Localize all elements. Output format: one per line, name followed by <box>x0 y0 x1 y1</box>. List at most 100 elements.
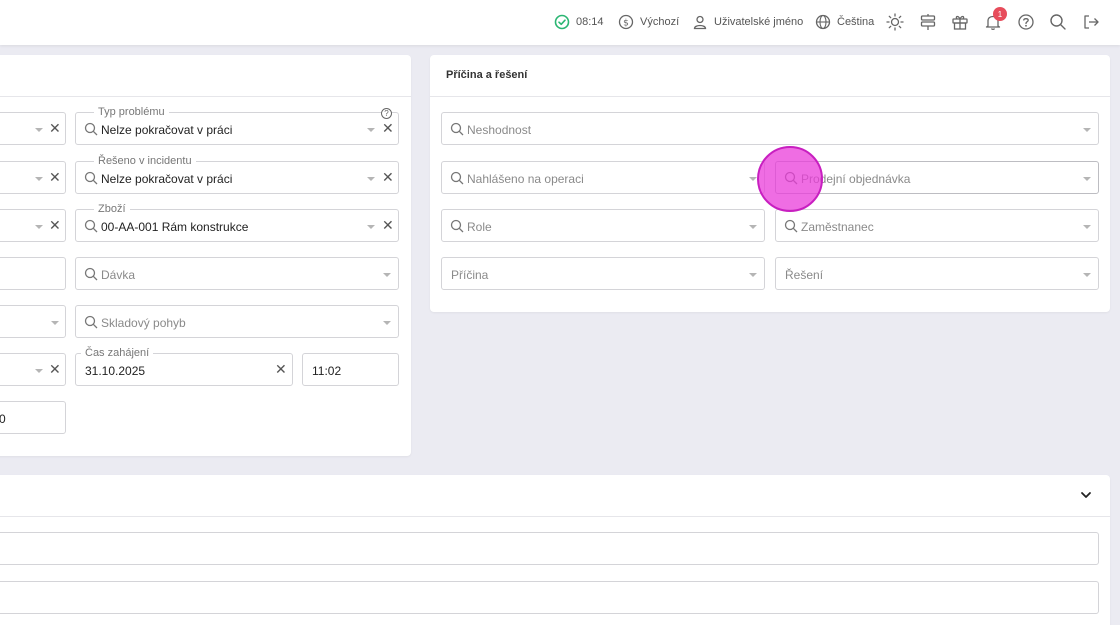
left-select-1[interactable]: ✕ <box>0 112 66 145</box>
chevron-down-icon <box>35 225 43 229</box>
top-bar: 08:14 $ Výchozí Uživatelské jméno Češtin… <box>0 0 1120 45</box>
left-select-3[interactable]: ✕ <box>0 209 66 242</box>
help-button[interactable] <box>1015 11 1037 33</box>
search-icon <box>84 267 98 281</box>
help-icon[interactable]: ? <box>381 108 392 119</box>
search-icon <box>84 219 98 233</box>
problem-details-card: ✕ ✕ ✕ ✕ 0 Typ problému ? Nelze pokračova… <box>0 55 411 456</box>
check-circle-icon <box>554 14 570 30</box>
search-icon <box>84 122 98 136</box>
chevron-down-icon <box>383 273 391 277</box>
logout-icon <box>1084 15 1099 29</box>
clear-icon[interactable]: ✕ <box>49 362 61 376</box>
reseno-v-incidentu-select[interactable]: Řešeno v incidentu Nelze pokračovat v pr… <box>75 155 399 194</box>
chevron-down-icon <box>367 177 375 181</box>
typ-problemu-label: Typ problému <box>94 106 169 118</box>
language-selector[interactable]: Čeština <box>815 11 874 33</box>
search-icon <box>84 315 98 329</box>
zbozi-label: Zboží <box>94 203 130 215</box>
user-menu[interactable]: Uživatelské jméno <box>692 11 803 33</box>
bottom-card <box>0 475 1110 625</box>
chevron-down-icon <box>35 128 43 132</box>
search-icon <box>450 171 464 185</box>
clear-icon[interactable]: ✕ <box>49 170 61 184</box>
cas-zahajeni-date-input[interactable]: Čas zahájení 31.10.2025 ✕ <box>75 347 293 386</box>
chevron-down-icon <box>749 177 757 181</box>
gift-button[interactable] <box>949 11 971 33</box>
bottom-input-2[interactable] <box>0 581 1099 614</box>
cas-zahajeni-date: 31.10.2025 <box>85 364 146 378</box>
search-icon <box>450 122 464 136</box>
reseni-placeholder: Řešení <box>785 268 824 282</box>
skladovy-pohyb-placeholder: Skladový pohyb <box>101 316 186 330</box>
skladovy-pohyb-select[interactable]: Skladový pohyb <box>75 305 399 338</box>
search-icon <box>450 219 464 233</box>
chevron-down-icon <box>367 128 375 132</box>
notifications-button[interactable]: 1 <box>982 7 1007 33</box>
cas-zahajeni-time: 11:02 <box>312 364 342 378</box>
role-select[interactable]: Role <box>441 209 765 242</box>
global-search-button[interactable] <box>1047 11 1069 33</box>
card-header: Příčina a řešení <box>430 55 1110 97</box>
davka-placeholder: Dávka <box>101 268 136 282</box>
neshodnost-placeholder: Neshodnost <box>467 123 532 137</box>
currency-label: Výchozí <box>640 16 680 28</box>
clear-icon[interactable]: ✕ <box>49 218 61 232</box>
language-label: Čeština <box>837 16 875 28</box>
left-select-6[interactable]: ✕ <box>0 353 66 386</box>
user-label: Uživatelské jméno <box>714 16 804 28</box>
chevron-down-icon <box>367 225 375 229</box>
chevron-down-icon[interactable] <box>1080 489 1092 501</box>
left-select-2[interactable]: ✕ <box>0 161 66 194</box>
reseni-select[interactable]: Řešení <box>775 257 1099 290</box>
question-circle-icon <box>1018 14 1034 30</box>
clear-icon[interactable]: ✕ <box>382 218 394 232</box>
left-input-7[interactable]: 0 <box>0 401 66 434</box>
card-header <box>0 55 411 97</box>
chevron-down-icon <box>1083 177 1091 181</box>
globe-icon <box>815 14 831 30</box>
chevron-down-icon <box>383 321 391 325</box>
svg-text:$: $ <box>623 19 629 29</box>
nahlaseno-na-operaci-select[interactable]: Nahlášeno na operaci <box>441 161 765 194</box>
status-indicator[interactable]: 08:14 <box>554 11 604 33</box>
chevron-down-icon <box>1083 273 1091 277</box>
clear-icon[interactable]: ✕ <box>49 121 61 135</box>
clear-icon[interactable]: ✕ <box>382 121 394 135</box>
click-indicator <box>757 146 823 212</box>
clear-icon[interactable]: ✕ <box>275 362 287 376</box>
chevron-down-icon <box>35 369 43 373</box>
reseno-v-incidentu-value: Nelze pokračovat v práci <box>101 172 233 186</box>
left-input-4[interactable] <box>0 257 66 290</box>
cas-zahajeni-label: Čas zahájení <box>81 347 154 359</box>
gift-icon <box>952 15 968 30</box>
pricina-select[interactable]: Příčina <box>441 257 765 290</box>
typ-problemu-value: Nelze pokračovat v práci <box>101 123 233 137</box>
signpost-button[interactable] <box>917 11 939 33</box>
chevron-down-icon <box>749 273 757 277</box>
chevron-down-icon <box>35 177 43 181</box>
davka-select[interactable]: Dávka <box>75 257 399 290</box>
search-icon <box>84 171 98 185</box>
bottom-input-1[interactable] <box>0 532 1099 565</box>
partial-value: 0 <box>0 412 6 426</box>
currency-selector[interactable]: $ Výchozí <box>618 11 679 33</box>
left-select-5[interactable] <box>0 305 66 338</box>
notification-badge: 1 <box>993 7 1007 21</box>
theme-toggle[interactable] <box>884 11 906 33</box>
neshodnost-select[interactable]: Neshodnost <box>441 112 1099 145</box>
typ-problemu-select[interactable]: Typ problému ? Nelze pokračovat v práci … <box>75 106 399 145</box>
prodejni-objednavka-select[interactable]: Prodejní objednávka <box>775 161 1099 194</box>
clock-time: 08:14 <box>576 16 604 28</box>
zbozi-select[interactable]: Zboží 00-AA-001 Rám konstrukce ✕ <box>75 203 399 242</box>
logout-button[interactable] <box>1080 11 1102 33</box>
role-placeholder: Role <box>467 220 492 234</box>
reseno-v-incidentu-label: Řešeno v incidentu <box>94 155 196 167</box>
clear-icon[interactable]: ✕ <box>382 170 394 184</box>
dollar-circle-icon: $ <box>618 14 634 30</box>
card-title: Příčina a řešení <box>446 69 528 81</box>
cas-zahajeni-time-input[interactable]: 11:02 <box>302 353 399 386</box>
nahlaseno-na-operaci-placeholder: Nahlášeno na operaci <box>467 172 584 186</box>
chevron-down-icon <box>1083 128 1091 132</box>
zamestnanec-select[interactable]: Zaměstnanec <box>775 209 1099 242</box>
